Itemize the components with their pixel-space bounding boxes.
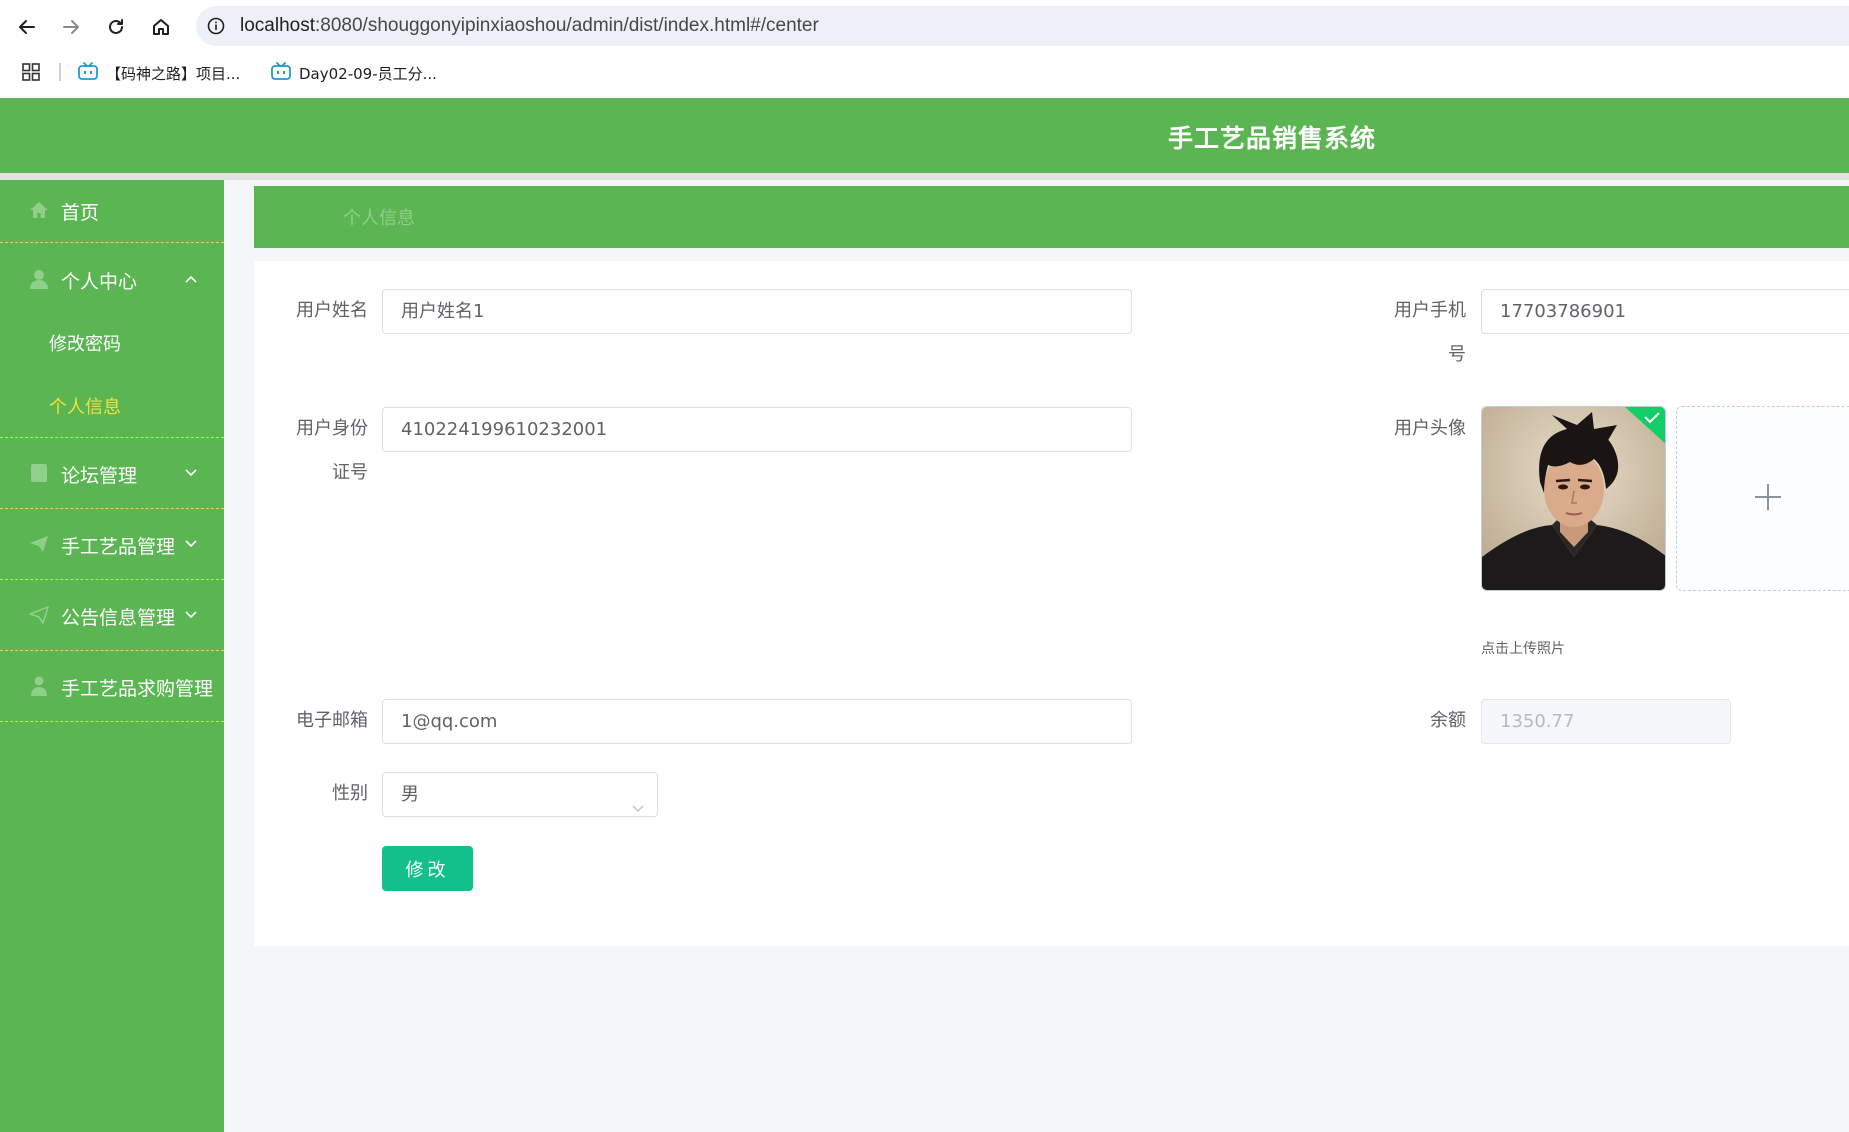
bookmark-item-1[interactable]: 【码神之路】项目...	[78, 60, 240, 86]
username-input[interactable]: 用户姓名1	[382, 289, 1132, 334]
sidebar-item-label: 手工艺品管理	[61, 536, 176, 558]
browser-toolbar: localhost:8080/shouggonyipinxiaoshou/adm…	[0, 0, 1849, 52]
person-icon	[29, 676, 49, 696]
balance-input: 1350.77	[1481, 699, 1731, 744]
bookmark-label: 【码神之路】项目...	[106, 64, 241, 83]
forum-icon	[29, 463, 49, 483]
email-input[interactable]: 1@qq.com	[382, 699, 1132, 744]
apps-grid-icon[interactable]	[22, 63, 40, 85]
submenu-change-password[interactable]: 修改密码	[49, 330, 121, 356]
sidebar-item-notices[interactable]: 公告信息管理	[0, 580, 224, 651]
username-label: 用户姓名	[296, 300, 368, 321]
chevron-down-icon	[183, 538, 199, 550]
header-divider	[0, 173, 1849, 180]
bilibili-icon	[78, 62, 98, 84]
bookmarks-separator	[59, 63, 61, 81]
url-host: localhost	[240, 15, 315, 36]
bilibili-icon	[271, 62, 291, 84]
sidebar-item-personal-center[interactable]: 个人中心 修改密码 个人信息	[0, 243, 224, 438]
url-text[interactable]: localhost:8080/shouggonyipinxiaoshou/adm…	[240, 15, 819, 37]
sidebar-item-label: 首页	[61, 202, 100, 224]
idcard-label-cont: 证号	[332, 462, 368, 483]
bookmark-item-2[interactable]: Day02-09-员工分...	[271, 60, 437, 86]
breadcrumb-current[interactable]: 个人信息	[343, 204, 415, 230]
house-icon	[29, 200, 49, 220]
chevron-up-icon	[183, 273, 199, 285]
balance-label: 余额	[1430, 710, 1466, 731]
paper-plane-icon	[29, 605, 49, 625]
update-button[interactable]: 修改	[382, 846, 473, 891]
breadcrumb	[254, 186, 1849, 248]
gender-label: 性别	[332, 783, 368, 804]
sidebar-item-label: 手工艺品求购管理	[61, 678, 214, 700]
url-path: :8080/shouggonyipinxiaoshou/admin/dist/i…	[315, 15, 819, 36]
app-title: 手工艺品销售系统	[1168, 124, 1377, 153]
phone-label: 用户手机	[1394, 300, 1466, 321]
sidebar-item-forum[interactable]: 论坛管理	[0, 438, 224, 509]
sidebar-item-label: 个人中心	[61, 271, 138, 293]
submenu-personal-info[interactable]: 个人信息	[49, 393, 121, 419]
plus-icon	[1753, 482, 1783, 516]
reload-icon[interactable]	[100, 11, 132, 43]
avatar-upload-button[interactable]	[1676, 406, 1849, 591]
chevron-down-icon	[183, 467, 199, 479]
home-icon[interactable]	[145, 11, 177, 43]
bookmark-label: Day02-09-员工分...	[299, 64, 437, 83]
idcard-input[interactable]: 410224199610232001	[382, 407, 1132, 452]
chevron-down-icon	[631, 788, 645, 813]
sidebar-item-label: 公告信息管理	[61, 607, 176, 629]
site-info-icon[interactable]	[206, 16, 226, 36]
gender-select[interactable]: 男	[382, 772, 658, 817]
address-bar[interactable]: localhost:8080/shouggonyipinxiaoshou/adm…	[196, 6, 1849, 46]
phone-label-cont: 号	[1448, 344, 1466, 365]
email-label: 电子邮箱	[296, 710, 368, 731]
chevron-down-icon	[183, 609, 199, 621]
upload-tip: 点击上传照片	[1481, 641, 1565, 657]
gender-selected-value: 男	[401, 784, 419, 805]
profile-form-card	[254, 261, 1849, 946]
avatar[interactable]	[1481, 406, 1666, 591]
user-icon	[29, 269, 49, 289]
forward-arrow-icon[interactable]	[55, 11, 87, 43]
back-arrow-icon[interactable]	[11, 11, 43, 43]
sidebar: 首页 个人中心 修改密码 个人信息 论坛管理 手工艺品管理 公告信息管理 手工艺…	[0, 180, 224, 1132]
send-icon	[29, 534, 49, 554]
phone-input[interactable]: 17703786901	[1481, 289, 1849, 334]
idcard-label: 用户身份	[296, 418, 368, 439]
app-header	[0, 98, 1849, 173]
sidebar-item-label: 论坛管理	[61, 465, 138, 487]
sidebar-item-crafts[interactable]: 手工艺品管理	[0, 509, 224, 580]
avatar-label: 用户头像	[1394, 418, 1466, 439]
sidebar-item-purchase[interactable]: 手工艺品求购管理	[0, 651, 224, 722]
sidebar-item-home[interactable]: 首页	[0, 180, 224, 243]
